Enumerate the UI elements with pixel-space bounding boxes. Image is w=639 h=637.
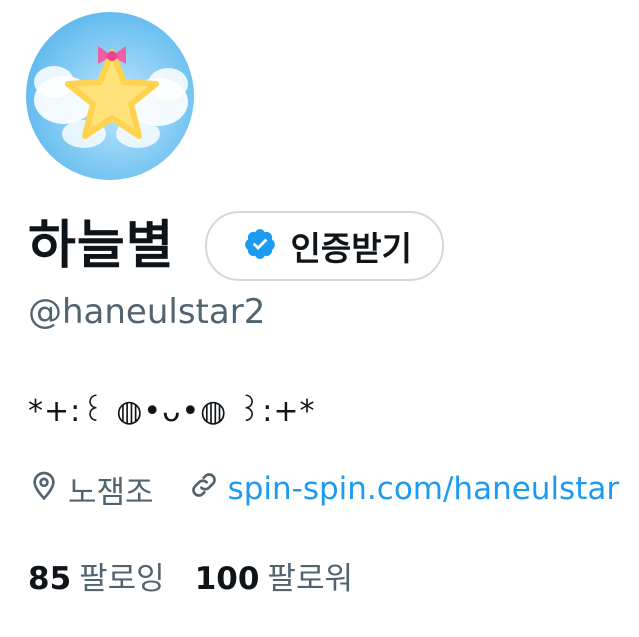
- location: 노잼조: [28, 467, 154, 512]
- profile-meta: 노잼조 spin-spin.com/haneulstar: [28, 466, 619, 512]
- avatar[interactable]: [26, 12, 194, 180]
- star-avatar-image: [34, 46, 188, 148]
- followers-stat[interactable]: 100 팔로워: [195, 553, 353, 598]
- name-row: 하늘별 인증받기: [28, 208, 444, 284]
- followers-label: 팔로워: [267, 560, 353, 597]
- location-pin-icon: [28, 469, 60, 509]
- following-label: 팔로잉: [79, 560, 165, 597]
- user-handle: @haneulstar2: [28, 292, 266, 332]
- website[interactable]: spin-spin.com/haneulstar: [188, 469, 620, 509]
- following-count: 85: [28, 560, 72, 597]
- follow-stats: 85 팔로잉 100 팔로워: [28, 552, 353, 598]
- followers-count: 100: [194, 560, 260, 597]
- link-icon: [188, 469, 220, 509]
- location-text: 노잼조: [68, 474, 154, 511]
- following-stat[interactable]: 85 팔로잉: [28, 553, 165, 598]
- get-verified-button[interactable]: 인증받기: [204, 211, 444, 281]
- verified-badge-icon: [243, 227, 277, 265]
- website-link[interactable]: spin-spin.com/haneulstar: [228, 471, 620, 507]
- get-verified-label: 인증받기: [290, 229, 412, 268]
- display-name: 하늘별: [28, 216, 175, 276]
- bio: *+:꒰ ◍•ᴗ•◍ ꒱:+*: [28, 394, 316, 429]
